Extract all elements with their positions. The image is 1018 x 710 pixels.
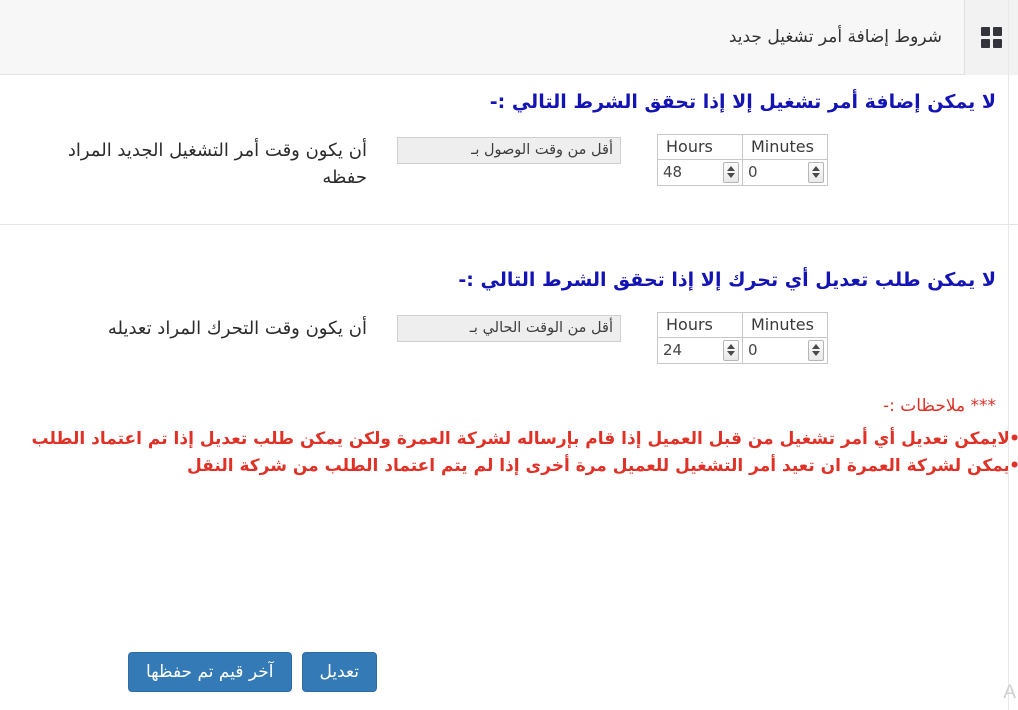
condition-row-2: Hours Minutes 24 [0,301,1018,374]
condition-value-wrap-2: أقل من الوقت الحالي بـ [367,307,657,342]
app-header: شروط إضافة أمر تشغيل جديد [0,0,1018,75]
section-divider [0,224,1018,225]
grid-icon-square-1 [993,27,1002,36]
stepper-down-icon[interactable] [812,351,820,356]
notes-list: لايمكن تعديل أي أمر تشغيل من قبل العميل … [22,426,996,480]
condition-value-wrap-1: أقل من وقت الوصول بـ [367,129,657,164]
hours-stepper-2[interactable] [723,340,739,361]
stepper-up-icon[interactable] [812,166,820,171]
stepper-down-icon[interactable] [812,173,820,178]
grid-menu-button[interactable] [964,0,1018,75]
minutes-input-2[interactable]: 0 [743,338,808,363]
minutes-stepper-1[interactable] [808,162,824,183]
minutes-stepper-2[interactable] [808,340,824,361]
minutes-header-1: Minutes [743,134,828,159]
section-2-heading: لا يمكن طلب تعديل أي تحرك إلا إذا تحقق ا… [0,253,1018,301]
page-content: لا يمكن إضافة أمر تشغيل إلا إذا تحقق الش… [0,75,1018,710]
last-saved-values-button[interactable]: آخر قيم تم حفظها [128,652,292,692]
condition-section-1: لا يمكن إضافة أمر تشغيل إلا إذا تحقق الش… [0,75,1018,225]
grid-icon-square-4 [981,39,990,48]
minutes-cell-2: 0 [743,337,828,363]
corner-glyph: A [1003,682,1016,704]
grid-icon [981,27,1002,48]
section-1-heading: لا يمكن إضافة أمر تشغيل إلا إذا تحقق الش… [0,75,1018,123]
grid-icon-square-2 [981,27,990,36]
time-picker-1: Hours Minutes 48 [657,129,996,186]
action-buttons: آخر قيم تم حفظها تعديل [0,652,1018,692]
hours-stepper-1[interactable] [723,162,739,183]
page-title: شروط إضافة أمر تشغيل جديد [0,0,964,74]
minutes-cell-1: 0 [743,159,828,185]
minutes-input-1[interactable]: 0 [743,160,808,185]
time-table-1: Hours Minutes 48 [657,134,828,186]
condition-value-input-2[interactable]: أقل من الوقت الحالي بـ [397,315,621,342]
stepper-down-icon[interactable] [727,173,735,178]
stepper-up-icon[interactable] [812,344,820,349]
hours-cell-1: 48 [658,159,743,185]
hours-input-2[interactable]: 24 [658,338,723,363]
hours-input-1[interactable]: 48 [658,160,723,185]
right-edge-divider [1008,0,1009,710]
hours-header-2: Hours [658,312,743,337]
edit-button[interactable]: تعديل [302,652,377,692]
condition-label-2: أن يكون وقت التحرك المراد تعديله [22,307,367,343]
grid-icon-square-3 [993,39,1002,48]
note-item: يمكن لشركة العمرة ان تعيد أمر التشغيل لل… [22,453,1010,480]
notes-section: *** ملاحظات :- لايمكن تعديل أي أمر تشغيل… [0,374,1018,480]
stepper-up-icon[interactable] [727,344,735,349]
hours-header-1: Hours [658,134,743,159]
conditions-page: شروط إضافة أمر تشغيل جديد لا يمكن إضافة … [0,0,1018,710]
condition-row-1: Hours Minutes 48 [0,123,1018,203]
hours-cell-2: 24 [658,337,743,363]
condition-section-2: لا يمكن طلب تعديل أي تحرك إلا إذا تحقق ا… [0,253,1018,374]
condition-label-1: أن يكون وقت أمر التشغيل الجديد المراد حف… [22,129,367,193]
minutes-header-2: Minutes [743,312,828,337]
time-table-2: Hours Minutes 24 [657,312,828,364]
condition-value-input-1[interactable]: أقل من وقت الوصول بـ [397,137,621,164]
time-picker-2: Hours Minutes 24 [657,307,996,364]
stepper-down-icon[interactable] [727,351,735,356]
note-item: لايمكن تعديل أي أمر تشغيل من قبل العميل … [22,426,1010,453]
notes-title: *** ملاحظات :- [22,396,996,416]
stepper-up-icon[interactable] [727,166,735,171]
